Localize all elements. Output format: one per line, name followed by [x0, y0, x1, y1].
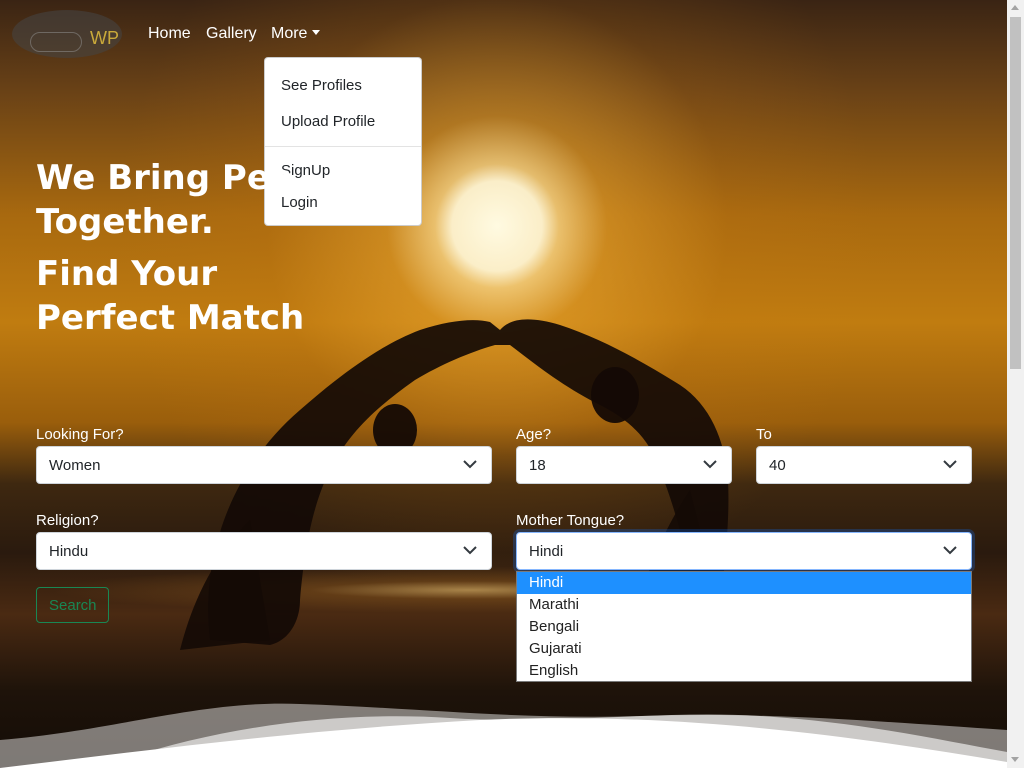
scroll-up-arrow-icon[interactable]	[1011, 5, 1019, 10]
religion-value: Hindu	[49, 543, 89, 560]
chevron-down-icon	[943, 546, 957, 555]
age-min-select[interactable]: 18	[516, 446, 732, 484]
mother-tongue-select[interactable]: Hindi	[516, 532, 972, 570]
chevron-down-icon	[703, 460, 717, 469]
chevron-down-icon	[463, 546, 477, 555]
nav-gallery-link[interactable]: Gallery	[206, 25, 257, 43]
dropdown-item-upload-profile[interactable]: Upload Profile	[281, 113, 375, 130]
religion-select[interactable]: Hindu	[36, 532, 492, 570]
option-hindi[interactable]: Hindi	[517, 572, 971, 594]
looking-for-label: Looking For?	[36, 426, 124, 443]
chevron-down-icon	[463, 460, 477, 469]
religion-label: Religion?	[36, 512, 99, 529]
option-english[interactable]: English	[517, 660, 971, 682]
age-label: Age?	[516, 426, 552, 443]
nav-more-dropdown-toggle[interactable]: More	[271, 25, 321, 43]
search-button[interactable]: Search	[36, 587, 109, 623]
caret-down-icon	[312, 30, 321, 35]
hero-heading-line2: Together.	[36, 202, 214, 242]
dropdown-item-see-profiles[interactable]: See Profiles	[281, 77, 362, 94]
age-max-select[interactable]: 40	[756, 446, 972, 484]
hero-subheading-line1: Find Your	[36, 254, 218, 294]
nav-more-label: More	[271, 25, 308, 42]
bottom-wave-decoration	[0, 703, 1007, 768]
mother-tongue-value: Hindi	[529, 543, 564, 560]
age-to-label: To	[756, 426, 772, 443]
looking-for-value: Women	[49, 457, 101, 474]
top-navbar: WP Home Gallery More	[0, 0, 1007, 68]
mother-tongue-label: Mother Tongue?	[516, 512, 625, 529]
chevron-down-icon	[943, 460, 957, 469]
brand-logo[interactable]: WP	[12, 10, 122, 58]
option-gujarati[interactable]: Gujarati	[517, 638, 971, 660]
nav-home-link[interactable]: Home	[148, 25, 191, 43]
vertical-scrollbar[interactable]	[1007, 0, 1024, 768]
more-dropdown-menu: See Profiles Upload Profile SignUp Login	[264, 57, 422, 226]
looking-for-select[interactable]: Women	[36, 446, 492, 484]
option-marathi[interactable]: Marathi	[517, 594, 971, 616]
dropdown-divider	[265, 146, 421, 147]
hero-heading-line1: We Bring Peo	[36, 158, 294, 198]
logo-emblem-icon	[30, 32, 82, 52]
option-bengali[interactable]: Bengali	[517, 616, 971, 638]
scroll-down-arrow-icon[interactable]	[1011, 757, 1019, 762]
logo-text: WP	[90, 28, 119, 48]
scrollbar-thumb[interactable]	[1010, 17, 1021, 369]
age-max-value: 40	[769, 457, 786, 474]
hero-subheading-line2: Perfect Match	[36, 298, 305, 338]
age-min-value: 18	[529, 457, 546, 474]
mother-tongue-options-list: Hindi Marathi Bengali Gujarati English	[516, 571, 972, 682]
